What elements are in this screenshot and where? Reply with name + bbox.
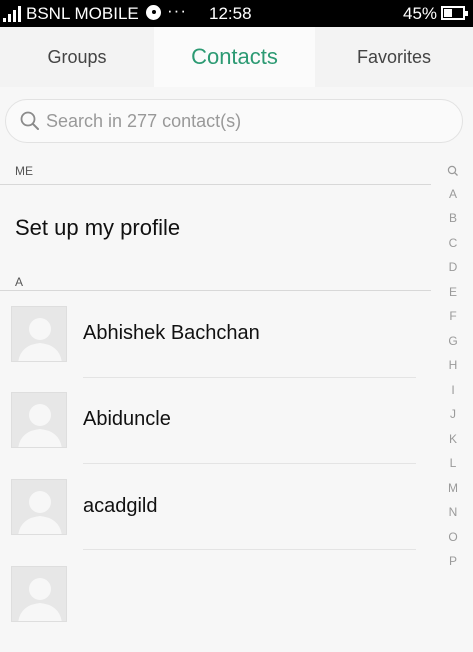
- contact-row[interactable]: [0, 566, 431, 652]
- signal-icon: [3, 6, 23, 22]
- avatar-placeholder-icon: [11, 479, 67, 535]
- index-letter[interactable]: H: [441, 358, 465, 383]
- contact-row[interactable]: Abhishek Bachchan: [0, 306, 431, 392]
- index-letter[interactable]: C: [441, 236, 465, 261]
- row-divider: [83, 377, 416, 378]
- carrier-name: BSNL MOBILE: [26, 4, 139, 23]
- battery-icon: [441, 6, 468, 20]
- contact-name: Abiduncle: [83, 408, 171, 430]
- tab-contacts[interactable]: Contacts: [154, 27, 315, 87]
- avatar-placeholder-icon: [11, 392, 67, 448]
- more-notifications: ···: [167, 1, 187, 20]
- search-bar[interactable]: [5, 99, 463, 143]
- index-letter[interactable]: P: [441, 554, 465, 579]
- index-letter[interactable]: O: [441, 530, 465, 555]
- clock: 12:58: [209, 4, 252, 23]
- notification-dot-icon: [146, 5, 161, 20]
- row-divider: [83, 463, 416, 464]
- status-bar: BSNL MOBILE ··· 12:58 45%: [0, 0, 473, 27]
- index-letter[interactable]: J: [441, 407, 465, 432]
- search-input[interactable]: [46, 106, 446, 136]
- contact-row[interactable]: Abiduncle: [0, 392, 431, 478]
- index-letter[interactable]: B: [441, 211, 465, 236]
- alphabet-index[interactable]: A B C D E F G H I J K L M N O P: [441, 162, 465, 579]
- contact-name: Abhishek Bachchan: [83, 322, 260, 344]
- index-letter[interactable]: K: [441, 432, 465, 457]
- index-letter[interactable]: F: [441, 309, 465, 334]
- contact-name: acadgild: [83, 495, 158, 517]
- tab-groups[interactable]: Groups: [0, 27, 154, 87]
- index-letter[interactable]: M: [441, 481, 465, 506]
- row-divider: [83, 549, 416, 550]
- section-header-a: A: [15, 275, 24, 289]
- section-divider: [0, 290, 431, 291]
- index-letter[interactable]: G: [441, 334, 465, 359]
- avatar-placeholder-icon: [11, 306, 67, 362]
- index-letter[interactable]: D: [441, 260, 465, 285]
- tab-bar: Groups Contacts Favorites: [0, 27, 473, 87]
- index-letter[interactable]: L: [441, 456, 465, 481]
- index-letter[interactable]: A: [441, 187, 465, 212]
- index-search-icon[interactable]: [441, 162, 465, 187]
- battery-percent: 45%: [403, 4, 438, 23]
- avatar-placeholder-icon: [11, 566, 67, 622]
- tab-favorites[interactable]: Favorites: [315, 27, 473, 87]
- set-up-profile-item[interactable]: Set up my profile: [15, 215, 180, 241]
- index-letter[interactable]: N: [441, 505, 465, 530]
- contact-row[interactable]: acadgild: [0, 479, 431, 565]
- search-icon: [20, 111, 39, 130]
- index-letter[interactable]: I: [441, 383, 465, 408]
- section-divider: [0, 184, 431, 185]
- index-letter[interactable]: E: [441, 285, 465, 310]
- section-header-me: ME: [15, 164, 33, 178]
